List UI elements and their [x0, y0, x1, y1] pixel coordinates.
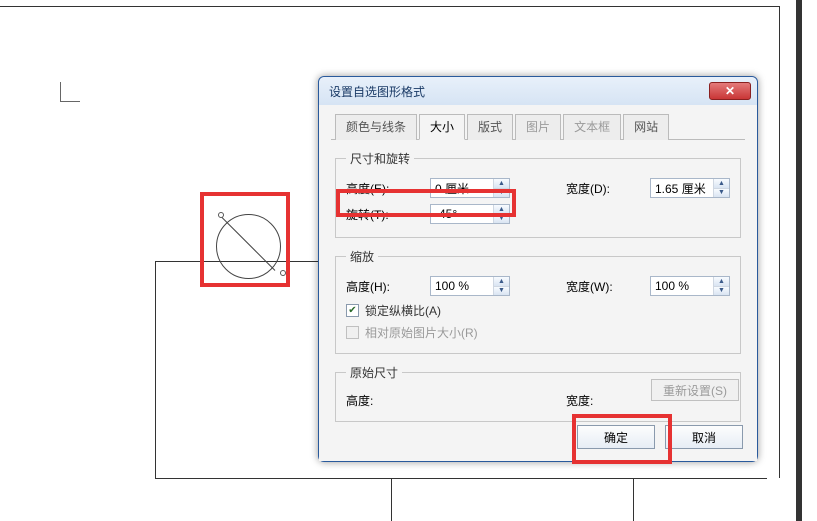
- label-lock-aspect: 锁定纵横比(A): [365, 302, 441, 319]
- rotation-input[interactable]: [431, 205, 493, 223]
- tab-picture: 图片: [515, 114, 561, 140]
- legend-scale: 缩放: [346, 248, 378, 265]
- checkbox-relative-original: 相对原始图片大小(R): [346, 321, 730, 343]
- spin-down-icon[interactable]: ▼: [714, 286, 729, 296]
- label-scale-width: 宽度(W):: [566, 278, 644, 295]
- tab-size[interactable]: 大小: [419, 114, 465, 140]
- label-orig-width: 宽度:: [566, 392, 644, 409]
- spin-up-icon[interactable]: ▲: [714, 179, 729, 188]
- tab-textbox: 文本框: [563, 114, 621, 140]
- spin-down-icon[interactable]: ▼: [494, 188, 509, 198]
- label-width: 宽度(D):: [566, 180, 644, 197]
- reset-button: 重新设置(S): [651, 379, 739, 401]
- label-height: 高度(E):: [346, 180, 424, 197]
- spin-down-icon[interactable]: ▼: [494, 214, 509, 224]
- height-input[interactable]: [431, 179, 493, 197]
- close-icon: ✕: [725, 85, 735, 97]
- rotation-spinner[interactable]: ▲▼: [430, 204, 510, 224]
- width-spinner[interactable]: ▲▼: [650, 178, 730, 198]
- label-relative-original: 相对原始图片大小(R): [365, 324, 478, 341]
- tab-layout[interactable]: 版式: [467, 114, 513, 140]
- width-input[interactable]: [651, 179, 713, 197]
- spin-down-icon[interactable]: ▼: [494, 286, 509, 296]
- scale-height-input[interactable]: [431, 277, 493, 295]
- legend-size-rotate: 尺寸和旋转: [346, 150, 414, 167]
- checkbox-icon: ✔: [346, 304, 359, 317]
- tab-strip: 颜色与线条 大小 版式 图片 文本框 网站: [331, 113, 745, 140]
- dialog-title: 设置自选图形格式: [329, 83, 709, 100]
- format-autoshape-dialog: 设置自选图形格式 ✕ 颜色与线条 大小 版式 图片 文本框 网站 尺寸和旋转 高…: [318, 76, 758, 462]
- titlebar[interactable]: 设置自选图形格式 ✕: [319, 77, 757, 105]
- tab-web[interactable]: 网站: [623, 114, 669, 140]
- group-scale: 缩放 高度(H): ▲▼ 宽度(W): ▲▼ ✔ 锁定纵横比(A) 相对原始: [335, 248, 741, 354]
- spin-down-icon[interactable]: ▼: [714, 188, 729, 198]
- ok-button[interactable]: 确定: [577, 425, 655, 449]
- label-scale-height: 高度(H):: [346, 278, 424, 295]
- label-orig-height: 高度:: [346, 392, 424, 409]
- scale-width-input[interactable]: [651, 277, 713, 295]
- close-button[interactable]: ✕: [709, 82, 751, 100]
- scale-height-spinner[interactable]: ▲▼: [430, 276, 510, 296]
- group-size-rotate: 尺寸和旋转 高度(E): ▲▼ 宽度(D): ▲▼ 旋转(T): ▲▼: [335, 150, 741, 238]
- spin-up-icon[interactable]: ▲: [714, 277, 729, 286]
- highlight-shape: [200, 192, 290, 287]
- spin-up-icon[interactable]: ▲: [494, 205, 509, 214]
- checkbox-lock-aspect[interactable]: ✔ 锁定纵横比(A): [346, 299, 730, 321]
- legend-original: 原始尺寸: [346, 364, 402, 381]
- checkbox-icon: [346, 326, 359, 339]
- scale-width-spinner[interactable]: ▲▼: [650, 276, 730, 296]
- spin-up-icon[interactable]: ▲: [494, 277, 509, 286]
- circle-shape[interactable]: [216, 214, 281, 279]
- tab-colors-lines[interactable]: 颜色与线条: [335, 114, 417, 140]
- height-spinner[interactable]: ▲▼: [430, 178, 510, 198]
- cancel-button[interactable]: 取消: [665, 425, 743, 449]
- spin-up-icon[interactable]: ▲: [494, 179, 509, 188]
- label-rotation: 旋转(T):: [346, 206, 424, 223]
